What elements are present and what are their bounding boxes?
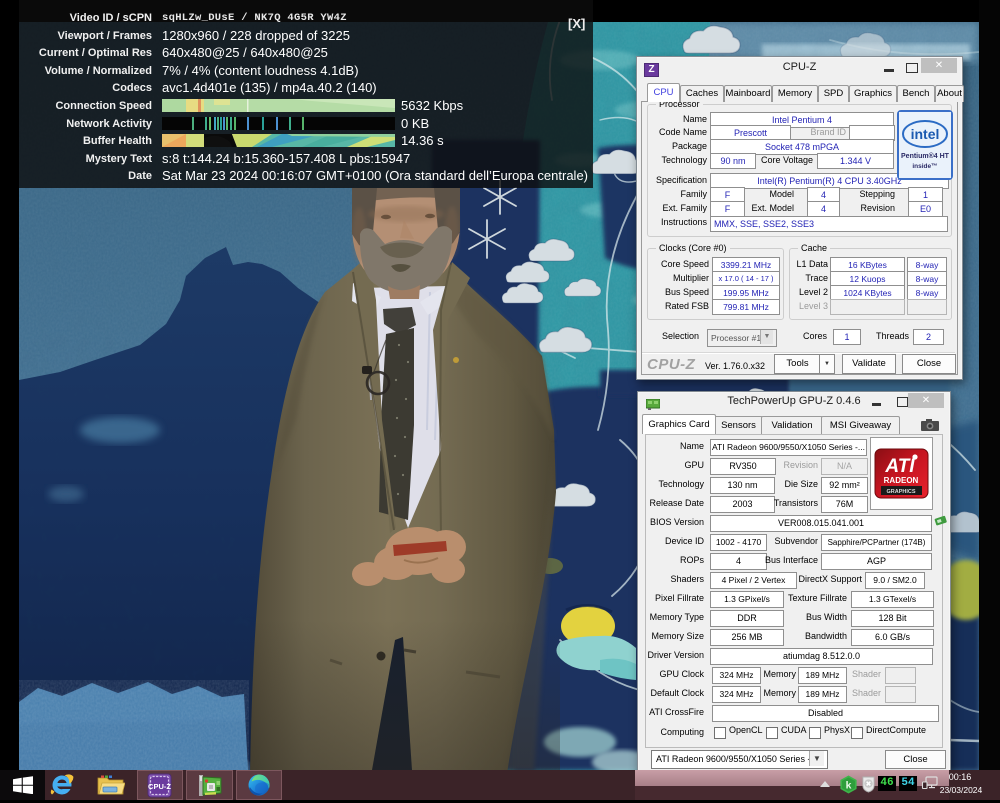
svg-text:CPU-Z: CPU-Z bbox=[148, 782, 171, 791]
svg-text:Pentium®4 HT: Pentium®4 HT bbox=[901, 152, 950, 160]
svg-text:inside™: inside™ bbox=[912, 163, 937, 170]
svg-text:k: k bbox=[846, 780, 852, 791]
svg-text:intel: intel bbox=[911, 126, 940, 142]
svg-text:RADEON: RADEON bbox=[884, 476, 919, 485]
svg-text:ATI: ATI bbox=[884, 456, 915, 477]
svg-text:GRAPHICS: GRAPHICS bbox=[886, 489, 915, 495]
